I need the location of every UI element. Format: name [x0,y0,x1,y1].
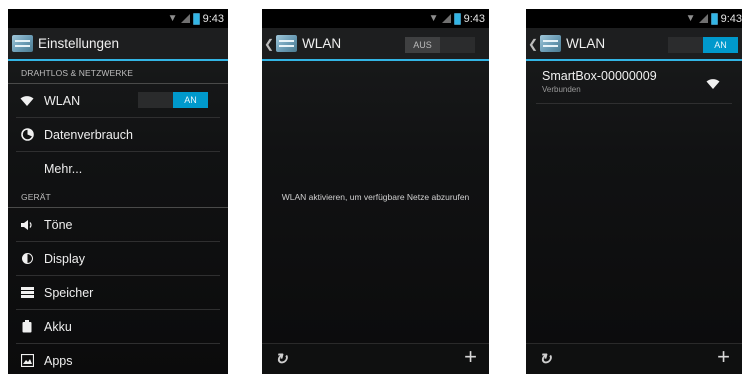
wlan-off-screen: ▼ 9:43 ❮ WLAN AUS WLAN aktivieren, um ve… [262,9,489,374]
battery-status-icon [710,12,718,25]
action-bar[interactable]: ❮ WLAN AUS [262,28,489,59]
divider [536,103,732,104]
settings-item-label: Display [44,251,85,266]
page-title: WLAN [302,36,342,51]
wifi-status-icon: ▼ [685,13,696,24]
settings-item-label: Speicher [44,285,94,300]
settings-item-display[interactable]: Display [8,242,228,275]
network-list-item[interactable]: SmartBox-00000009 Verbunden [526,67,742,103]
page-title: WLAN [566,36,606,51]
settings-item-data-usage[interactable]: Datenverbrauch [8,118,228,151]
settings-app-icon[interactable] [540,35,562,52]
back-caret-icon[interactable]: ❮ [528,37,538,51]
status-time: 9:43 [463,12,485,25]
settings-item-apps[interactable]: Apps [8,344,228,374]
settings-item-label: Töne [44,217,73,232]
back-caret-icon[interactable]: ❮ [264,37,274,51]
settings-item-battery[interactable]: Akku [8,310,228,343]
brightness-icon [20,252,34,266]
wifi-status-icon: ▼ [167,13,178,24]
bottom-action-bar: ↻ + [262,343,489,374]
wlan-master-toggle[interactable]: AUS [405,37,475,53]
settings-app-icon[interactable] [12,35,33,52]
wifi-icon [20,94,34,108]
settings-item-sound[interactable]: Töne [8,208,228,241]
refresh-icon[interactable]: ↻ [539,350,552,368]
settings-item-storage[interactable]: Speicher [8,276,228,309]
action-bar-divider [8,59,228,61]
status-time: 9:43 [720,12,742,25]
wlan-toggle[interactable]: AN [138,92,208,108]
wlan-toggle-on: AN [703,37,738,53]
settings-item-label: Datenverbrauch [44,127,133,142]
settings-item-label: Mehr... [44,161,83,176]
battery-icon [20,320,34,334]
wlan-master-toggle[interactable]: AN [668,37,738,53]
status-bar: ▼ 9:43 [8,9,228,28]
speaker-icon [20,218,34,232]
settings-item-label: Akku [44,319,72,334]
settings-item-label: Apps [44,353,73,368]
action-bar-divider [262,59,489,61]
wlan-toggle-on: AN [173,92,208,108]
network-status: Verbunden [542,85,581,94]
wifi-signal-icon [706,77,720,93]
settings-item-more[interactable]: Mehr... [8,152,228,185]
settings-app-icon[interactable] [276,35,298,52]
data-usage-icon [20,128,34,142]
signal-icon [180,14,190,23]
storage-icon [20,286,34,300]
add-network-button[interactable]: + [464,346,477,368]
battery-status-icon [192,12,200,25]
signal-icon [698,14,708,23]
wifi-status-icon: ▼ [428,13,439,24]
wlan-toggle-off: AUS [405,37,440,53]
settings-screen: ▼ 9:43 Einstellungen DRAHTLOS & NETZWERK… [8,9,228,374]
status-bar: ▼ 9:43 [526,9,742,28]
signal-icon [441,14,451,23]
settings-item-wlan[interactable]: WLAN AN [8,84,228,117]
page-title: Einstellungen [38,36,120,51]
empty-state-message: WLAN aktivieren, um verfügbare Netze abz… [281,192,470,202]
add-network-button[interactable]: + [717,346,730,368]
battery-status-icon [453,12,461,25]
action-bar-divider [526,59,742,61]
network-name: SmartBox-00000009 [542,69,657,83]
action-bar: Einstellungen [8,28,228,59]
section-header-device: GERÄT [8,187,228,208]
refresh-icon[interactable]: ↻ [275,350,288,368]
action-bar[interactable]: ❮ WLAN AN [526,28,742,59]
bottom-action-bar: ↻ + [526,343,742,374]
section-header-wireless: DRAHTLOS & NETZWERKE [8,63,228,84]
status-bar: ▼ 9:43 [262,9,489,28]
status-time: 9:43 [202,12,224,25]
wlan-on-screen: ▼ 9:43 ❮ WLAN AN SmartBox-00000009 Verbu… [526,9,742,374]
apps-icon [20,354,34,368]
